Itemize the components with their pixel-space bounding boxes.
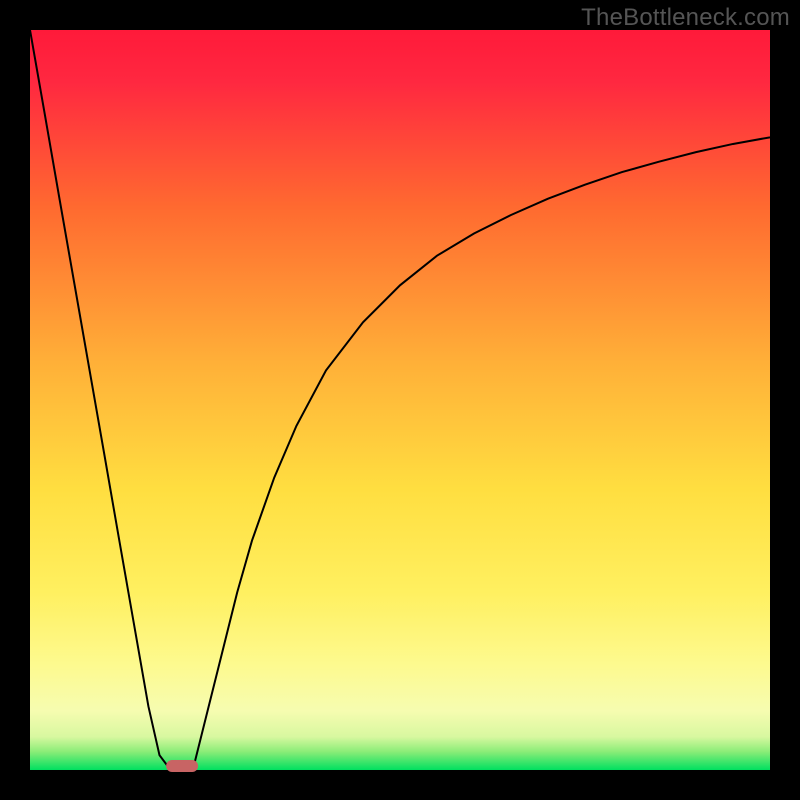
chart-svg: [30, 30, 770, 770]
minimum-marker: [166, 760, 198, 772]
watermark-text: TheBottleneck.com: [581, 4, 790, 32]
plot-area: [30, 30, 770, 770]
chart-outer: TheBottleneck.com: [0, 0, 800, 800]
